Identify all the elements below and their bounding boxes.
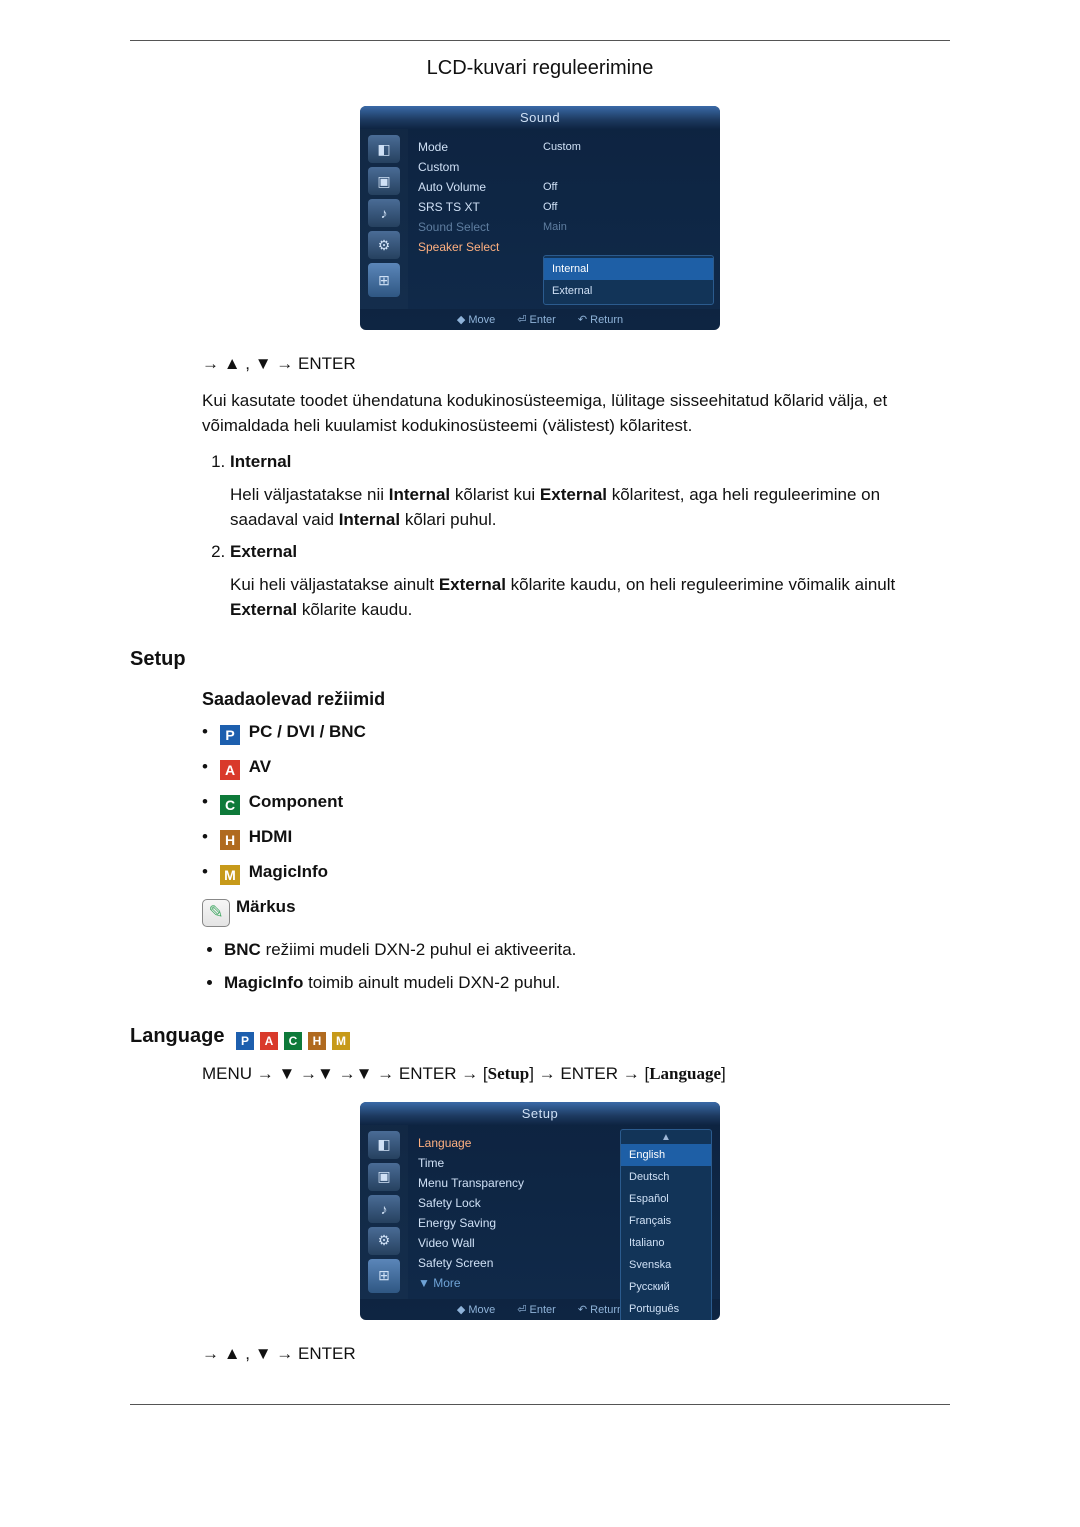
osd-item-language: Language bbox=[418, 1133, 563, 1153]
badge-m-icon: M bbox=[220, 865, 240, 885]
dropdown-external: External bbox=[544, 280, 713, 302]
chevron-up-icon: ▲ bbox=[621, 1132, 711, 1144]
osd-sound-title: Sound bbox=[360, 106, 720, 129]
nav-sequence-2: → ▲ , ▼ → ENTER bbox=[202, 1344, 950, 1364]
osd-sound-footer: ◆ Move ⏎ Enter ↶ Return bbox=[360, 309, 720, 330]
strip-p-icon: P bbox=[236, 1032, 254, 1050]
note-icon: ✎ bbox=[202, 899, 230, 927]
badge-p-icon: P bbox=[220, 725, 240, 745]
picture-icon: ◧ bbox=[368, 1131, 400, 1159]
lang-english: English bbox=[621, 1144, 711, 1166]
multi-icon: ⊞ bbox=[368, 263, 400, 297]
osd-sound-sidebar: ◧ ▣ ♪ ⚙ ⊞ bbox=[360, 129, 408, 309]
osd-item-more: ▼ More bbox=[418, 1273, 563, 1293]
badge-h-icon: H bbox=[220, 830, 240, 850]
page-title: LCD-kuvari reguleerimine bbox=[130, 47, 950, 88]
lang-espanol: Español bbox=[621, 1188, 711, 1210]
badge-strip: P A C H M bbox=[236, 1032, 354, 1050]
setup-icon: ⚙ bbox=[368, 231, 400, 259]
badge-c-icon: C bbox=[220, 795, 240, 815]
osd-sound-list: ModeCustom Custom Auto VolumeOff SRS TS … bbox=[408, 129, 720, 309]
lang-italiano: Italiano bbox=[621, 1232, 711, 1254]
osd-item-mode: Mode bbox=[418, 137, 543, 157]
osd-item-videowall: Video Wall bbox=[418, 1233, 563, 1253]
nav-sequence-1: → ▲ , ▼ → ENTER bbox=[202, 354, 950, 374]
osd-item-autovol: Auto Volume bbox=[418, 177, 543, 197]
osd-item-soundselect: Sound Select bbox=[418, 217, 543, 237]
sound-icon: ♪ bbox=[368, 1195, 400, 1223]
language-nav: MENU → ▼ →▼ →▼ → ENTER → [Setup] → ENTER… bbox=[202, 1064, 950, 1084]
osd-setup-title: Setup bbox=[360, 1102, 720, 1125]
sound-icon: ♪ bbox=[368, 199, 400, 227]
intro-text: Kui kasutate toodet ühendatuna kodukinos… bbox=[202, 388, 950, 438]
osd-item-energy: Energy Saving bbox=[418, 1213, 563, 1233]
strip-c-icon: C bbox=[284, 1032, 302, 1050]
note-list: BNC režiimi mudeli DXN-2 puhul ei aktive… bbox=[202, 937, 950, 995]
osd-setup-list: Language Time Menu Transparency Safety L… bbox=[408, 1125, 720, 1299]
osd-sound: Sound ◧ ▣ ♪ ⚙ ⊞ ModeCustom Custom Auto V… bbox=[360, 106, 720, 330]
modes-heading: Saadaolevad režiimid bbox=[202, 689, 950, 710]
mode-pc: PC / DVI / BNC bbox=[249, 722, 366, 741]
note-block: ✎Märkus bbox=[202, 897, 950, 927]
setup-heading: Setup bbox=[130, 648, 950, 671]
badge-a-icon: A bbox=[220, 760, 240, 780]
lang-svenska: Svenska bbox=[621, 1254, 711, 1276]
osd-item-speakerselect: Speaker Select bbox=[418, 237, 543, 257]
input-icon: ▣ bbox=[368, 167, 400, 195]
osd-item-safetylock: Safety Lock bbox=[418, 1193, 563, 1213]
language-heading: Language P A C H M bbox=[130, 1025, 950, 1050]
picture-icon: ◧ bbox=[368, 135, 400, 163]
multi-icon: ⊞ bbox=[368, 1259, 400, 1293]
osd-item-time: Time bbox=[418, 1153, 563, 1173]
list-external: External Kui heli väljastatakse ainult E… bbox=[230, 542, 950, 622]
osd-item-transparency: Menu Transparency bbox=[418, 1173, 563, 1193]
osd-item-srs: SRS TS XT bbox=[418, 197, 543, 217]
lang-portugues: Português bbox=[621, 1298, 711, 1320]
osd-item-safetyscreen: Safety Screen bbox=[418, 1253, 563, 1273]
osd-item-custom: Custom bbox=[418, 157, 543, 177]
mode-hdmi: HDMI bbox=[249, 827, 292, 846]
modes-list: •P PC / DVI / BNC •A AV •C Component •H … bbox=[202, 722, 950, 885]
dropdown-internal: Internal bbox=[544, 258, 713, 280]
lang-deutsch: Deutsch bbox=[621, 1166, 711, 1188]
osd-setup: Setup ◧ ▣ ♪ ⚙ ⊞ Language Time Menu Trans… bbox=[360, 1102, 720, 1320]
osd-lang-dropdown: ▲ English Deutsch Español Français Itali… bbox=[620, 1129, 712, 1320]
mode-magicinfo: MagicInfo bbox=[249, 862, 328, 881]
mode-av: AV bbox=[249, 757, 271, 776]
strip-m-icon: M bbox=[332, 1032, 350, 1050]
lang-russian: Русский bbox=[621, 1276, 711, 1298]
lang-francais: Français bbox=[621, 1210, 711, 1232]
osd-setup-sidebar: ◧ ▣ ♪ ⚙ ⊞ bbox=[360, 1125, 408, 1299]
strip-h-icon: H bbox=[308, 1032, 326, 1050]
osd-speaker-dropdown: Internal External bbox=[543, 255, 714, 305]
input-icon: ▣ bbox=[368, 1163, 400, 1191]
list-internal: Internal Heli väljastatakse nii Internal… bbox=[230, 452, 950, 532]
setup-icon: ⚙ bbox=[368, 1227, 400, 1255]
strip-a-icon: A bbox=[260, 1032, 278, 1050]
mode-component: Component bbox=[249, 792, 343, 811]
